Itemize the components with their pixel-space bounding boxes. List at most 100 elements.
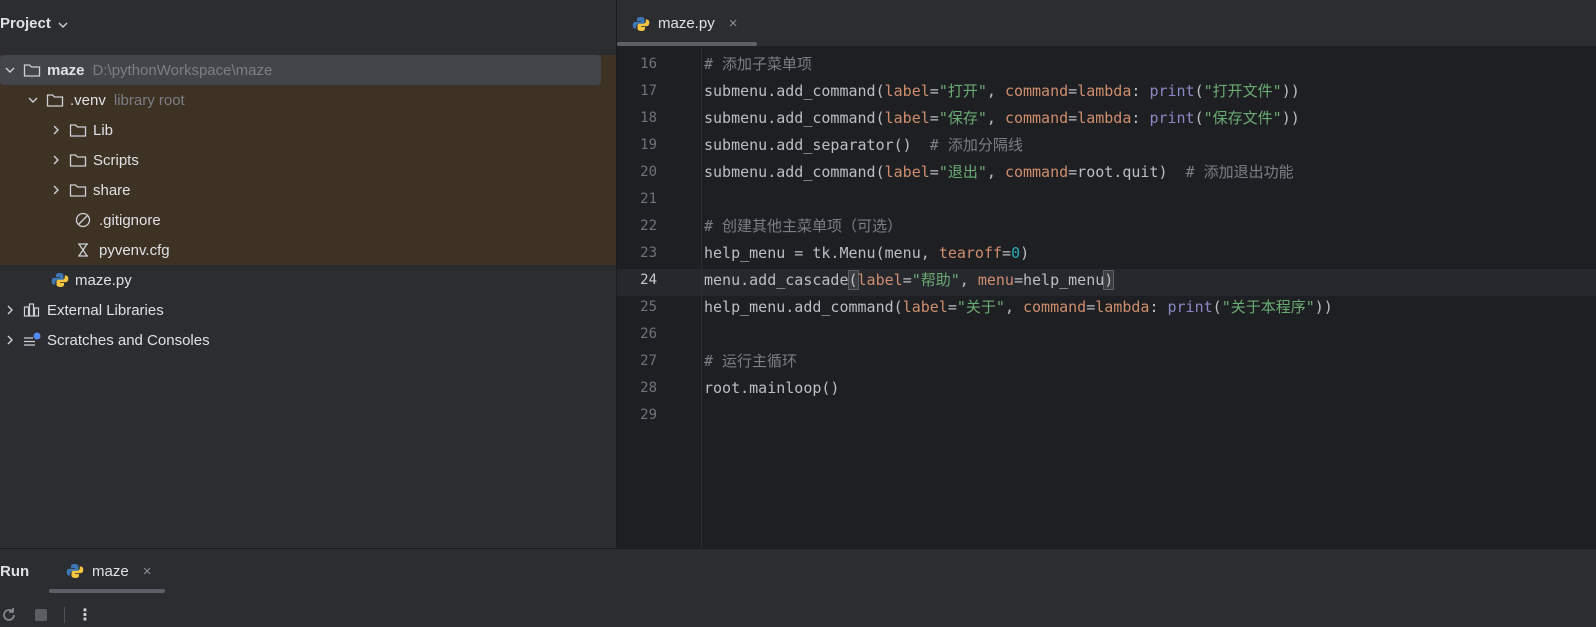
code-line[interactable]: submenu.add_command(label="保存", command=… — [704, 105, 1300, 132]
line-number[interactable]: 17 — [617, 78, 657, 105]
project-tree: maze D:\pythonWorkspace\maze .venv libra… — [0, 55, 616, 355]
code-token: print — [1167, 298, 1213, 316]
code-token: , — [1004, 298, 1023, 316]
code-token: help_menu.add_command( — [704, 298, 903, 316]
code-line[interactable]: submenu.add_command(label="打开", command=… — [704, 78, 1300, 105]
code-line[interactable]: # 添加子菜单项 — [704, 51, 812, 78]
code-token: ) — [1103, 270, 1115, 290]
tree-item-scratches[interactable]: Scratches and Consoles — [0, 325, 616, 355]
code-token: ( — [1212, 298, 1222, 316]
more-options-icon[interactable]: ⋮ — [77, 605, 93, 625]
rerun-icon[interactable] — [0, 606, 18, 624]
run-panel: Run maze × ⋮ — [0, 548, 1596, 627]
line-number[interactable]: 23 — [617, 240, 657, 267]
code-line[interactable]: menu.add_cascade(label="帮助", menu=help_m… — [704, 267, 1115, 294]
tree-item-venv[interactable]: .venv library root — [0, 85, 616, 115]
line-number[interactable]: 28 — [617, 375, 657, 402]
editor-tab-bar: maze.py × — [617, 0, 1596, 47]
code-editor[interactable]: 16 17 18 19 20 21 22 23 24 25 26 27 28 29 # 添加子菜单项 sub… — [617, 48, 1596, 548]
code-line[interactable]: # 创建其他主菜单项（可选） — [704, 213, 902, 240]
code-token: , — [959, 271, 978, 289]
line-number[interactable]: 25 — [617, 294, 657, 321]
code-line[interactable]: help_menu.add_command(label="关于", comman… — [704, 294, 1333, 321]
code-token: print — [1149, 82, 1195, 100]
code-token: # 添加子菜单项 — [704, 55, 813, 73]
tree-item-label: maze.py — [75, 271, 132, 289]
scratches-icon — [23, 332, 41, 348]
code-token: # 创建其他主菜单项（可选） — [704, 217, 903, 235]
line-number[interactable]: 18 — [617, 105, 657, 132]
code-token: # 运行主循环 — [704, 352, 798, 370]
python-file-icon — [632, 16, 650, 32]
close-icon[interactable]: × — [143, 563, 152, 580]
code-line[interactable]: submenu.add_separator() # 添加分隔线 — [704, 132, 1023, 159]
tree-item-scripts[interactable]: Scripts — [0, 145, 616, 175]
chevron-right-icon[interactable] — [49, 153, 63, 167]
code-line[interactable]: root.mainloop() — [704, 375, 839, 402]
code-token: root.mainloop() — [704, 379, 840, 397]
line-number[interactable]: 22 — [617, 213, 657, 240]
code-token: lambda — [1095, 298, 1150, 316]
tree-item-maze[interactable]: maze D:\pythonWorkspace\maze — [0, 55, 616, 85]
code-token: "保存" — [938, 109, 987, 127]
chevron-down-icon[interactable] — [26, 93, 40, 107]
code-token: lambda — [1077, 109, 1132, 127]
project-header[interactable]: Project — [0, 0, 616, 47]
ignore-file-icon — [75, 212, 93, 228]
code-token: "帮助" — [911, 271, 960, 289]
project-title[interactable]: Project — [0, 15, 51, 32]
code-token: "退出" — [938, 163, 987, 181]
run-title: Run — [0, 562, 30, 580]
code-token: = — [1002, 244, 1012, 262]
code-token: label — [902, 298, 948, 316]
line-number[interactable]: 21 — [617, 186, 657, 213]
project-panel: Project maze D:\pythonWorkspace\maze .ve… — [0, 0, 616, 548]
chevron-right-icon[interactable] — [49, 123, 63, 137]
tree-item-library-root: library root — [113, 91, 185, 109]
code-line[interactable]: submenu.add_command(label="退出", command=… — [704, 159, 1294, 186]
code-line[interactable]: # 运行主循环 — [704, 348, 797, 375]
tree-item-pyvenv-cfg[interactable]: pyvenv.cfg — [0, 235, 616, 265]
tree-item-lib[interactable]: Lib — [0, 115, 616, 145]
run-tab-maze[interactable]: maze × — [60, 549, 157, 593]
chevron-right-icon[interactable] — [3, 303, 17, 317]
line-number[interactable]: 20 — [617, 159, 657, 186]
stop-icon[interactable] — [32, 606, 50, 624]
code-token: # 添加分隔线 — [929, 136, 1023, 154]
code-token: tearoff — [938, 244, 1003, 262]
tree-item-share[interactable]: share — [0, 175, 616, 205]
code-line[interactable]: help_menu = tk.Menu(menu, tearoff=0) — [704, 240, 1029, 267]
tree-item-label: External Libraries — [47, 301, 164, 319]
run-header: Run — [0, 549, 1596, 593]
line-number[interactable]: 19 — [617, 132, 657, 159]
tree-item-label: Scripts — [93, 151, 139, 169]
code-token: lambda — [1077, 82, 1132, 100]
folder-icon — [23, 62, 41, 78]
line-number[interactable]: 26 — [617, 321, 657, 348]
code-token: menu.add_cascade — [704, 271, 849, 289]
code-token: : — [1131, 109, 1150, 127]
chevron-down-icon[interactable] — [3, 63, 17, 77]
chevron-right-icon[interactable] — [3, 333, 17, 347]
chevron-right-icon[interactable] — [49, 183, 63, 197]
code-token: "打开文件" — [1203, 82, 1282, 100]
line-number-gutter[interactable]: 16 17 18 19 20 21 22 23 24 25 26 27 28 29 — [617, 48, 701, 548]
folder-icon — [46, 92, 64, 108]
toolbar-separator — [64, 606, 65, 623]
close-icon[interactable]: × — [729, 15, 738, 32]
tree-item-label: Scratches and Consoles — [47, 331, 210, 349]
code-token: # 添加退出功能 — [1185, 163, 1294, 181]
line-number[interactable]: 16 — [617, 51, 657, 78]
tree-item-maze-py[interactable]: maze.py — [0, 265, 616, 295]
tree-item-gitignore[interactable]: .gitignore — [0, 205, 616, 235]
line-number[interactable]: 29 — [617, 402, 657, 429]
code-token: "关于本程序" — [1221, 298, 1315, 316]
code-token: = — [1068, 109, 1078, 127]
python-file-icon — [66, 563, 84, 579]
tab-maze-py[interactable]: maze.py × — [632, 0, 737, 47]
tree-item-external-libraries[interactable]: External Libraries — [0, 295, 616, 325]
code-token: label — [857, 271, 903, 289]
line-number[interactable]: 27 — [617, 348, 657, 375]
chevron-down-icon[interactable] — [57, 18, 69, 30]
line-number[interactable]: 24 — [617, 267, 657, 294]
